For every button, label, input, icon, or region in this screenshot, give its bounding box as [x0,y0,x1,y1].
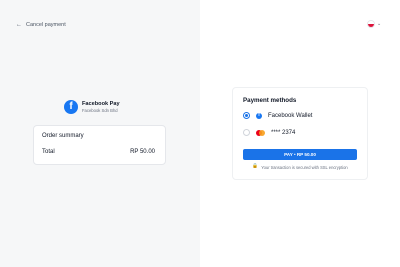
payment-methods-title: Payment methods [243,97,297,104]
facebook-icon: f [256,112,262,119]
merchant-subtitle: Facebook Sdn Bhd [82,108,118,113]
arrow-left-icon: ← [16,22,22,28]
merchant-text: Facebook Pay Facebook Sdn Bhd [82,101,120,113]
radio-unselected[interactable] [243,129,250,136]
radio-selected[interactable] [243,112,250,119]
order-summary-card: Order summary Total RP 50.00 [33,125,166,165]
cancel-payment-link[interactable]: ← Cancel payment [16,22,66,28]
poland-flag-icon [367,20,375,28]
cancel-payment-label: Cancel payment [26,22,66,28]
payment-method-label: **** 2374 [271,129,296,136]
security-note: 🔒 Your transaction is secured with SSL e… [233,164,367,170]
facebook-logo-icon: f [64,100,78,114]
locale-switcher[interactable]: ⌄ [367,20,381,28]
payment-page: ← Cancel payment f Facebook Pay Facebook… [0,0,400,267]
order-total-value: RP 50.00 [130,149,155,155]
pay-button[interactable]: PAY • RP 50.00 [243,149,357,160]
merchant-info: f Facebook Pay Facebook Sdn Bhd [64,100,120,114]
payment-method-label: Facebook Wallet [268,112,313,119]
payment-method-card[interactable]: **** 2374 [243,129,357,136]
security-note-text: Your transaction is secured with SSL enc… [261,165,348,170]
merchant-name: Facebook Pay [82,101,120,107]
payment-method-facebook-wallet[interactable]: f Facebook Wallet [243,112,357,119]
order-total-row: Total RP 50.00 [42,149,155,155]
chevron-down-icon: ⌄ [377,20,382,27]
lock-icon: 🔒 [252,164,259,170]
order-total-label: Total [42,149,55,155]
facebook-logo-letter: f [69,101,73,112]
payment-methods-card: Payment methods f Facebook Wallet **** 2… [232,87,368,180]
left-panel: ← Cancel payment f Facebook Pay Facebook… [0,0,200,267]
flag-red-stripe [368,24,374,27]
mastercard-icon [256,129,265,136]
order-summary-title: Order summary [42,133,84,139]
mastercard-orange-circle [259,129,265,136]
